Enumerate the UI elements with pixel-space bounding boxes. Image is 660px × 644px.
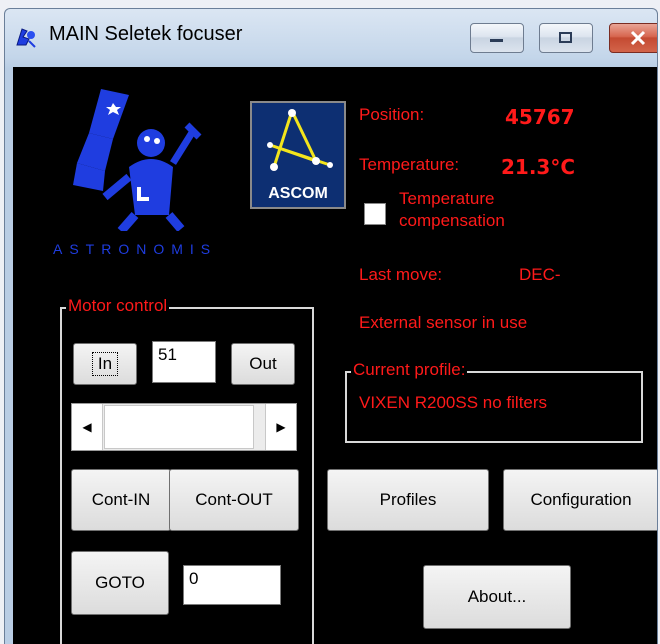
configuration-button-label: Configuration [530, 490, 632, 509]
cont-in-button[interactable]: Cont-IN [71, 469, 171, 531]
app-icon [16, 28, 36, 48]
about-button-label: About... [467, 587, 527, 606]
title-bar[interactable]: MAIN Seletek focuser [5, 9, 657, 67]
maximize-button[interactable] [539, 23, 593, 53]
minimize-icon [490, 39, 503, 42]
external-sensor-text: External sensor in use [359, 313, 528, 332]
in-button-label: In [91, 352, 119, 376]
ascom-label: ASCOM [268, 185, 328, 202]
astronomis-logo-text: ASTRONOMIS [53, 241, 218, 257]
temperature-compensation-checkbox[interactable] [364, 203, 386, 225]
close-button[interactable] [609, 23, 657, 53]
cont-out-button-label: Cont-OUT [195, 490, 273, 509]
profiles-button-label: Profiles [379, 490, 437, 509]
temperature-compensation-label-line1: Temperature [399, 189, 495, 208]
goto-button[interactable]: GOTO [71, 551, 169, 615]
current-profile-group-label: Current profile: [351, 360, 468, 380]
ascom-logo: ASCOM [250, 101, 346, 209]
close-icon [630, 30, 646, 46]
ascom-star-icon [267, 109, 333, 171]
app-window: MAIN Seletek focuser ASTRONOMIS ASCOM Po… [4, 8, 658, 644]
position-value: 45767 [505, 105, 575, 129]
position-label: Position: [359, 105, 425, 124]
in-button[interactable]: In [73, 343, 137, 385]
out-button[interactable]: Out [231, 343, 295, 385]
cont-out-button[interactable]: Cont-OUT [169, 469, 299, 531]
step-size-input[interactable]: 51 [152, 341, 216, 383]
client-area: ASTRONOMIS ASCOM Position: 45767 Tempera… [13, 67, 657, 644]
out-button-label: Out [249, 354, 277, 373]
temperature-value: 21.3°C [501, 155, 576, 179]
last-move-label: Last move: [359, 265, 443, 284]
about-button[interactable]: About... [423, 565, 571, 629]
minimize-button[interactable] [470, 23, 524, 53]
cont-in-button-label: Cont-IN [91, 490, 151, 509]
profiles-button[interactable]: Profiles [327, 469, 489, 531]
last-move-value: DEC- [519, 265, 561, 284]
current-profile-value: VIXEN R200SS no filters [359, 393, 548, 412]
temperature-compensation-label-line2: compensation [399, 211, 505, 230]
configuration-button[interactable]: Configuration [503, 469, 657, 531]
scroll-right-icon[interactable]: ▶ [265, 404, 296, 450]
maximize-icon [559, 32, 572, 43]
temperature-label: Temperature: [359, 155, 460, 174]
window-title: MAIN Seletek focuser [49, 23, 243, 45]
scrollbar-thumb[interactable] [104, 405, 254, 449]
goto-button-label: GOTO [95, 573, 145, 592]
astronomis-logo-icon [73, 89, 202, 231]
goto-position-input[interactable]: 0 [183, 565, 281, 605]
scroll-left-icon[interactable]: ◀ [72, 404, 103, 450]
motor-control-group-label: Motor control [66, 296, 170, 316]
position-scrollbar[interactable]: ◀ ▶ [71, 403, 297, 451]
